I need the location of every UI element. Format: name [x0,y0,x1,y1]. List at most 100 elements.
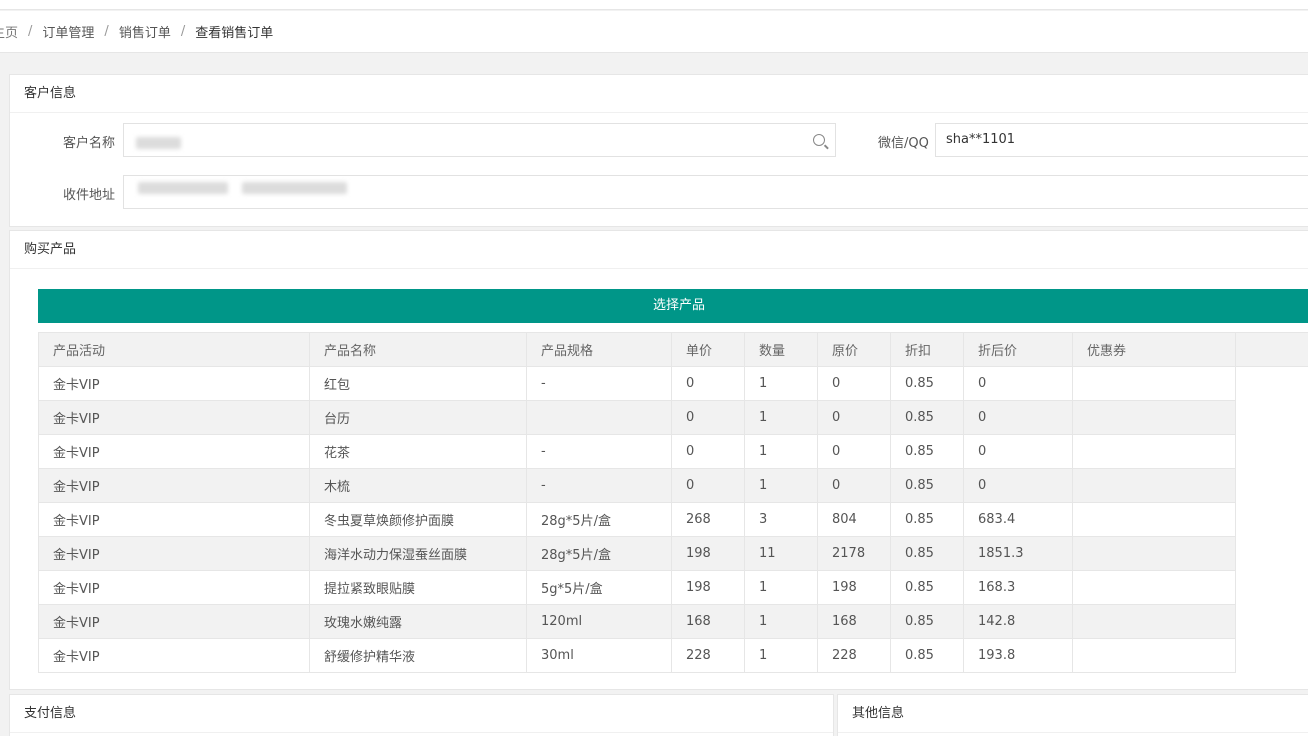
table-cell: 0.85 [890,638,964,673]
table-cell: 金卡VIP [38,502,310,537]
customer-info-title: 客户信息 [10,75,1308,113]
wechat-qq-field[interactable]: sha**1101 [935,123,1308,157]
column-header: 原价 [817,332,891,367]
wechat-qq-label: 微信/QQ [878,136,929,151]
table-cell: 142.8 [963,604,1073,639]
table-cell [1072,468,1236,503]
table-cell: 120ml [526,604,672,639]
table-cell [1072,502,1236,537]
address-field[interactable] [123,175,1308,209]
table-cell: 28g*5片/盒 [526,502,672,537]
table-cell: 1851.3 [963,536,1073,571]
breadcrumb-separator: / [28,24,33,39]
table-row: 金卡VIP 提拉紧致眼贴膜 5g*5片/盒 198 1 198 0.85 168.3 [38,570,1308,605]
table-row: 金卡VIP 台历 0 1 0 0.85 0 [38,400,1308,435]
table-cell [526,400,672,435]
other-info-title: 其他信息 [838,695,1308,733]
table-cell: 冬虫夏草焕颜修护面膜 [309,502,527,537]
table-cell: 168 [817,604,891,639]
top-bar [0,0,1308,10]
table-cell: 1 [744,604,818,639]
table-cell: 268 [671,502,745,537]
table-header-row: 产品活动 产品名称 产品规格 单价 数量 原价 折扣 折后价 优惠券 [38,332,1308,367]
table-cell: 金卡VIP [38,468,310,503]
table-cell: 0.85 [890,570,964,605]
table-row: 金卡VIP 木梳 -0 1 0 0.85 0 [38,468,1308,503]
table-cell: 683.4 [963,502,1073,537]
table-cell: - [526,434,672,469]
table-cell: 0 [963,366,1073,401]
table-row: 金卡VIP 冬虫夏草焕颜修护面膜 28g*5片/盒 268 3 804 0.85 683.4 [38,502,1308,537]
column-header: 产品规格 [526,332,672,367]
table-cell: 0 [817,400,891,435]
table-cell: 0 [817,366,891,401]
products-table: 产品活动 产品名称 产品规格 单价 数量 原价 折扣 折后价 优惠券 金卡VIP… [38,332,1308,673]
table-cell: 0 [963,400,1073,435]
table-cell: 1 [744,468,818,503]
table-cell: 玫瑰水嫩纯露 [309,604,527,639]
breadcrumb-order-management[interactable]: 订单管理 [42,22,94,41]
table-cell: 0.85 [890,366,964,401]
table-cell: - [526,366,672,401]
table-cell: 台历 [309,400,527,435]
breadcrumb-separator: / [180,24,186,39]
table-cell: 3 [744,502,818,537]
table-cell: 木梳 [309,468,527,503]
breadcrumb-current: 查看销售订单 [195,26,274,41]
table-cell [1072,638,1236,673]
select-product-button[interactable]: 选择产品 [38,289,1308,323]
breadcrumb: 主页 / 订单管理 / 销售订单 / 查看销售订单 [0,11,1308,53]
table-row: 金卡VIP 海洋水动力保湿蚕丝面膜 28g*5片/盒 198 11 2178 0.85 185… [38,536,1308,571]
search-icon[interactable] [813,134,825,146]
table-cell: 金卡VIP [38,638,310,673]
column-header: 折后价 [963,332,1073,367]
table-cell: 0 [963,434,1073,469]
column-header: 产品名称 [309,332,527,367]
table-cell: 金卡VIP [38,434,310,469]
column-header: 产品活动 [38,332,310,367]
table-cell: 228 [671,638,745,673]
table-cell: 金卡VIP [38,570,310,605]
table-cell: 0.85 [890,604,964,639]
table-cell: 5g*5片/盒 [526,570,672,605]
redacted-name [136,137,181,149]
table-cell: 舒缓修护精华液 [309,638,527,673]
address-label: 收件地址 [63,188,116,203]
table-cell: 0 [671,434,745,469]
table-cell: 28g*5片/盒 [526,536,672,571]
table-cell [1072,536,1236,571]
table-cell: 30ml [526,638,672,673]
table-cell: 0 [671,468,745,503]
table-cell: 11 [744,536,818,571]
table-cell: 0 [671,400,745,435]
table-cell: 红包 [309,366,527,401]
table-cell [1072,604,1236,639]
breadcrumb-home[interactable]: 主页 [0,22,18,41]
breadcrumb-sales-orders[interactable]: 销售订单 [119,22,171,41]
table-cell: 0 [817,468,891,503]
redacted-address [242,182,347,194]
customer-name-label: 客户名称 [63,136,116,151]
redacted-address [138,182,228,194]
payment-info-panel: 支付信息 [9,694,834,736]
table-cell: 198 [671,536,745,571]
products-title: 购买产品 [10,231,1308,269]
table-cell: 1 [744,570,818,605]
table-cell: 193.8 [963,638,1073,673]
table-cell: 0 [671,366,745,401]
table-cell [1072,366,1236,401]
customer-info-panel: 客户信息 客户名称 微信/QQ sha**1101 收件地址 [9,74,1308,227]
column-header: 数量 [744,332,818,367]
payment-info-title: 支付信息 [10,695,833,733]
table-cell: 168 [671,604,745,639]
customer-name-field[interactable] [123,123,836,157]
table-cell: 金卡VIP [38,536,310,571]
column-header-extra [1235,332,1308,367]
table-cell [1072,434,1236,469]
table-row: 金卡VIP 花茶 -0 1 0 0.85 0 [38,434,1308,469]
table-cell: 金卡VIP [38,366,310,401]
table-cell: 1 [744,400,818,435]
table-cell: 金卡VIP [38,604,310,639]
table-cell: 海洋水动力保湿蚕丝面膜 [309,536,527,571]
table-cell: 0 [817,434,891,469]
